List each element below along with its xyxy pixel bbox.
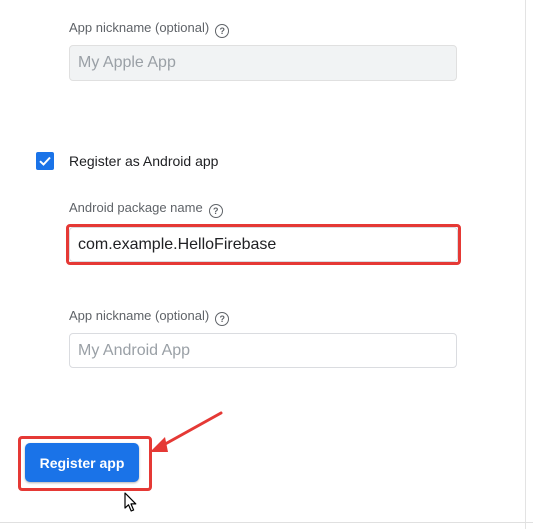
- app-registration-panel: App nickname (optional)? Register as And…: [0, 0, 533, 529]
- mouse-pointer-icon: [124, 492, 137, 512]
- annotation-arrow: [150, 411, 223, 452]
